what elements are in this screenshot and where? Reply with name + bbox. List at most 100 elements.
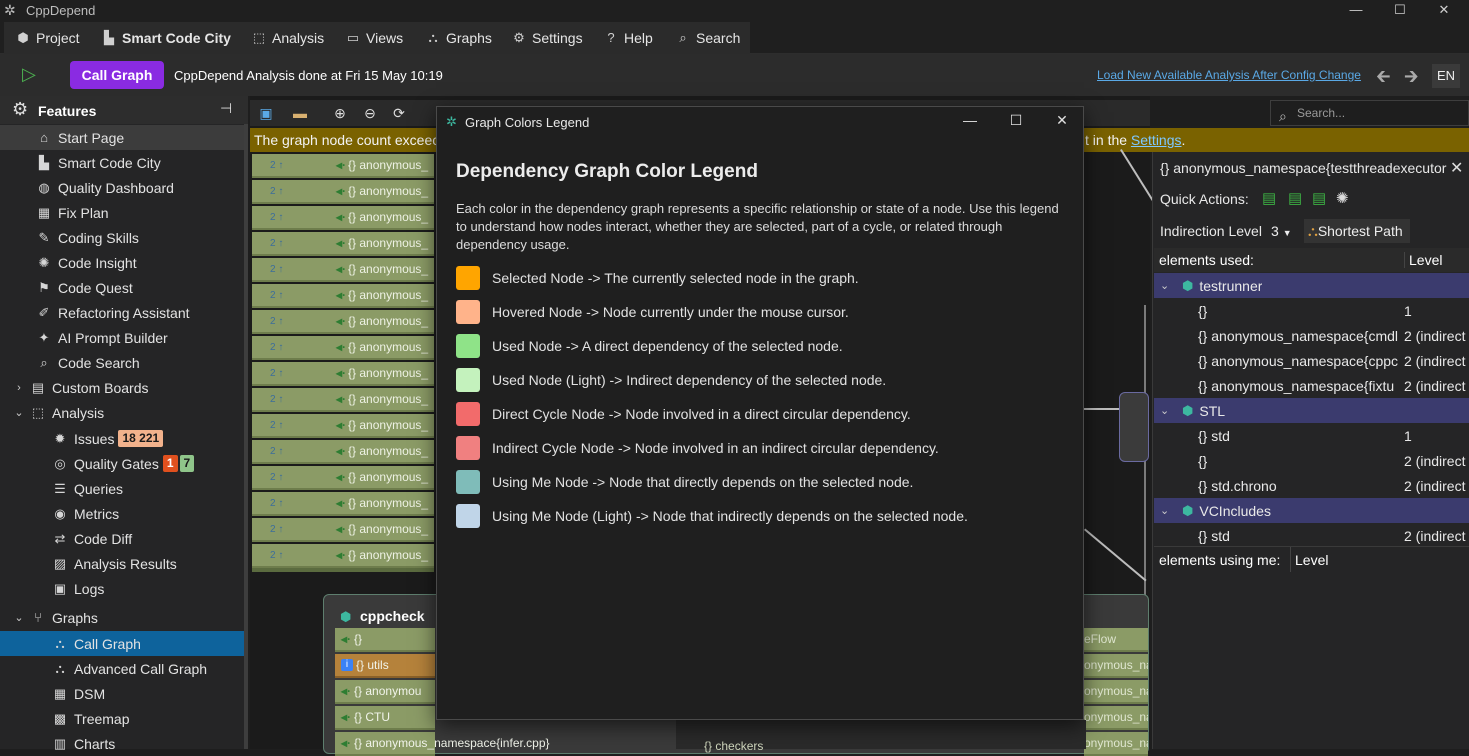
menu-help[interactable]: ? Help [596, 26, 661, 50]
load-analysis-link[interactable]: Load New Available Analysis After Config… [1097, 68, 1361, 82]
sidebar-item-dsm[interactable]: ▦ DSM [0, 681, 248, 706]
indirection-select[interactable]: 3 ▼ [1268, 219, 1298, 243]
cppcheck-child-row[interactable]: ◂·{} [335, 628, 435, 652]
maximize-button[interactable]: ☐ [1380, 0, 1420, 22]
graph-node-row[interactable]: 2 ↑ ◂·{} anonymous_ [252, 284, 434, 308]
graph-node-row[interactable]: 2 ↑ ◂·{} anonymous_ [252, 492, 434, 516]
graph-node-row[interactable]: 2 ↑ ◂·{} anonymous_ [252, 414, 434, 438]
sidebar-item-graphs[interactable]: ⌄ ⑂ Graphs [0, 605, 248, 630]
graph-node-row[interactable]: 2 ↑ ◂·{} anonymous_ [252, 258, 434, 282]
graph-node-row[interactable]: 2 ↑ ◂·{} anonymous_ [252, 544, 434, 568]
tree-item[interactable]: {} anonymous_namespace{cmdl 2 (indirect [1154, 323, 1469, 348]
chevron-down-icon[interactable]: ⌄ [1160, 404, 1174, 417]
search-input[interactable]: ⌕ Search... [1270, 100, 1469, 126]
sidebar-item-treemap[interactable]: ▩ Treemap [0, 706, 248, 731]
close-button[interactable]: ✕ [1424, 0, 1464, 22]
close-panel-icon[interactable]: ✕ [1450, 158, 1463, 178]
graph-node-row[interactable]: 2 ↑ ◂·{} anonymous_ [252, 362, 434, 386]
chevron-down-icon[interactable]: ⌄ [1160, 279, 1174, 292]
zoom-out-icon[interactable]: ⊖ [360, 103, 380, 123]
quick-action-icon-3[interactable]: ▤ [1312, 189, 1326, 207]
graph-node-row[interactable]: 2 ↑ ◂·{} anonymous_ [252, 154, 434, 178]
chevron-down-icon[interactable]: ⌄ [12, 611, 26, 624]
sidebar-item-code-diff[interactable]: ⇄ Code Diff [0, 526, 248, 551]
sidebar-item-quality-gates[interactable]: ◎ Quality Gates 1 7 [0, 451, 248, 476]
tree-item[interactable]: {} std 2 (indirect [1154, 523, 1469, 548]
sidebar-item-quality-dashboard[interactable]: ◍ Quality Dashboard [0, 175, 248, 200]
zoom-in-icon[interactable]: ⊕ [330, 103, 350, 123]
cppcheck-right-row[interactable]: eFlow [1084, 628, 1148, 652]
graph-node-row[interactable]: 2 ↑ ◂·{} anonymous_ [252, 310, 434, 334]
menu-views[interactable]: ▭ Views [338, 26, 412, 50]
pin-icon[interactable]: ⊣ [220, 100, 232, 117]
sidebar-item-start-page[interactable]: ⌂ Start Page [0, 125, 248, 150]
level-column-header[interactable]: Level [1404, 252, 1442, 268]
sidebar-item-custom-boards[interactable]: › ▤ Custom Boards [0, 375, 248, 400]
graph-node-partial[interactable] [1119, 392, 1149, 462]
graph-node-row[interactable]: 2 ↑ ◂·{} anonymous_ [252, 388, 434, 412]
sidebar-item-ai-prompt-builder[interactable]: ✦ AI Prompt Builder [0, 325, 248, 350]
sidebar-item-code-insight[interactable]: ✺ Code Insight [0, 250, 248, 275]
sidebar-item-coding-skills[interactable]: ✎ Coding Skills [0, 225, 248, 250]
language-button[interactable]: EN [1432, 64, 1460, 88]
menu-analysis[interactable]: ⬚ Analysis [244, 26, 333, 50]
using-level-header[interactable]: Level [1290, 547, 1328, 572]
tree-item[interactable]: {} 1 [1154, 298, 1469, 323]
tree-item[interactable]: {} std.chrono 2 (indirect [1154, 473, 1469, 498]
minimize-button[interactable]: — [1336, 0, 1376, 22]
graph-node-row[interactable]: 2 ↑ ◂·{} anonymous_ [252, 466, 434, 490]
sidebar-item-refactoring-assistant[interactable]: ✐ Refactoring Assistant [0, 300, 248, 325]
graph-node-row[interactable]: 2 ↑ ◂·{} anonymous_ [252, 180, 434, 204]
graph-node-row[interactable]: 2 ↑ ◂·{} anonymous_ [252, 336, 434, 360]
sidebar-scrollbar[interactable] [244, 124, 248, 749]
menu-graphs[interactable]: ⛬ Graphs [418, 26, 500, 50]
chevron-down-icon[interactable]: ⌄ [12, 406, 26, 419]
sidebar-item-analysis[interactable]: ⌄ ⬚ Analysis [0, 400, 248, 425]
menu-search[interactable]: ⌕ Search [668, 26, 749, 50]
graph-node-row[interactable]: 2 ↑ ◂·{} anonymous_ [252, 440, 434, 464]
quick-action-icon-4[interactable]: ✺ [1336, 189, 1349, 207]
nav-back-icon[interactable]: 🡰 [1376, 64, 1391, 94]
tree-item[interactable]: {} anonymous_namespace{fixtu 2 (indirect [1154, 373, 1469, 398]
cppcheck-child-row[interactable]: ◂·{} CTU [335, 706, 435, 730]
sidebar-item-metrics[interactable]: ◉ Metrics [0, 501, 248, 526]
save-icon[interactable]: ▣ [256, 103, 276, 123]
open-folder-icon[interactable]: ▬ [290, 103, 310, 123]
sidebar-item-smart-code-city[interactable]: ▙ Smart Code City [0, 150, 248, 175]
sidebar-item-call-graph[interactable]: ⛬ Call Graph [0, 631, 248, 656]
sidebar-item-code-search[interactable]: ⌕ Code Search [0, 350, 248, 375]
dialog-close-button[interactable]: ✕ [1050, 112, 1074, 132]
sidebar-item-advanced-call-graph[interactable]: ⛬ Advanced Call Graph [0, 656, 248, 681]
chevron-down-icon[interactable]: ⌄ [1160, 504, 1174, 517]
run-analysis-button[interactable]: ▷ [22, 64, 44, 86]
quick-action-icon-1[interactable]: ▤ [1262, 189, 1276, 207]
tree-item[interactable]: {} anonymous_namespace{cppc 2 (indirect [1154, 348, 1469, 373]
sidebar-item-issues[interactable]: ✹ Issues 18 221 [0, 426, 248, 451]
sidebar-item-queries[interactable]: ☰ Queries [0, 476, 248, 501]
quick-action-icon-2[interactable]: ▤ [1288, 189, 1302, 207]
graph-node-row[interactable]: 2 ↑ ◂·{} anonymous_ [252, 518, 434, 542]
cppcheck-right-row[interactable]: onymous_na [1084, 706, 1148, 730]
sidebar-item-logs[interactable]: ▣ Logs [0, 576, 248, 601]
cppcheck-right-row[interactable]: onymous_na [1084, 732, 1148, 756]
tree-group-testrunner[interactable]: ⌄ ⬢ testrunner [1154, 273, 1469, 298]
graph-node-row[interactable]: 2 ↑ ◂·{} anonymous_ [252, 232, 434, 256]
dialog-minimize-button[interactable]: — [958, 112, 982, 132]
tree-group-stl[interactable]: ⌄ ⬢ STL [1154, 398, 1469, 423]
tree-group-vcincludes[interactable]: ⌄ ⬢ VCIncludes [1154, 498, 1469, 523]
graph-node-row[interactable]: 2 ↑ ◂·{} anonymous_ [252, 206, 434, 230]
menu-smart-code-city[interactable]: ▙ Smart Code City [94, 26, 239, 50]
cppcheck-right-row[interactable]: onymous_na [1084, 654, 1148, 678]
tree-item[interactable]: {} std 1 [1154, 423, 1469, 448]
sidebar-item-fix-plan[interactable]: ▦ Fix Plan [0, 200, 248, 225]
cppcheck-right-row[interactable]: onymous_na [1084, 680, 1148, 704]
menu-project[interactable]: ⬢ Project [8, 26, 88, 50]
current-view-badge[interactable]: Call Graph [70, 61, 164, 89]
cppcheck-child-row[interactable]: ◂·{} anonymou [335, 680, 435, 704]
menu-settings[interactable]: ⚙ Settings [504, 26, 591, 50]
sidebar-item-code-quest[interactable]: ⚑ Code Quest [0, 275, 248, 300]
tree-item[interactable]: {} 2 (indirect [1154, 448, 1469, 473]
sidebar-item-analysis-results[interactable]: ▨ Analysis Results [0, 551, 248, 576]
shortest-path-button[interactable]: ⛬Shortest Path [1304, 219, 1410, 243]
sidebar-item-charts[interactable]: ▥ Charts [0, 731, 248, 756]
